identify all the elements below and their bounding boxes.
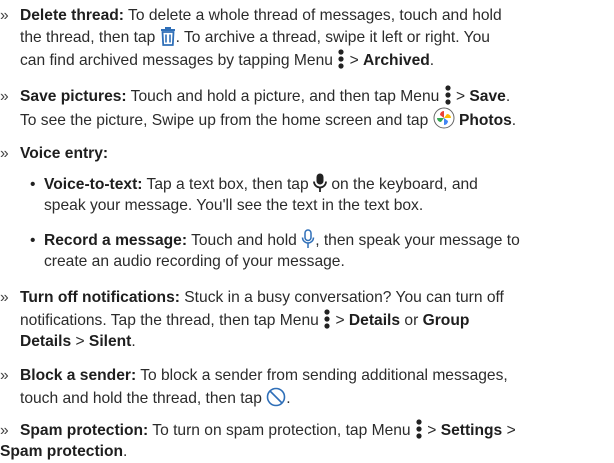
silent-label: Silent [88,333,132,350]
menu-dots-icon [444,85,452,105]
item-text: . To archive a thread, swipe it left or … [175,29,490,46]
list-item-voice-entry: » Voice entry: [0,143,614,165]
separator: > [422,422,441,439]
item-text: To see the picture, Swipe up from the ho… [20,112,433,129]
item-text: Tap a text box, then tap [142,176,313,193]
separator: > [331,312,349,329]
item-title: Voice entry: [20,145,109,162]
help-document: » Delete thread: To delete a whole thread… [0,0,614,462]
photos-app-icon [433,107,455,129]
separator: > [502,422,516,439]
block-icon [266,387,286,407]
item-text: touch and hold the thread, then tap [20,390,267,407]
bullet-chevron: » [0,7,9,24]
item-title: Delete thread: [20,7,124,24]
punct: . [429,52,435,69]
bullet-chevron: » [0,289,9,306]
item-title: Save pictures: [20,88,127,105]
menu-dots-icon [415,419,423,439]
group-details-label: Details [20,333,72,350]
item-text: can find archived messages by tapping Me… [20,52,338,69]
menu-dots-icon [323,309,331,329]
list-item-block-sender: » Block a sender: To block a sender from … [0,365,614,409]
list-item-spam-protection: » Spam protection: To turn on spam protec… [0,419,614,463]
item-text: Touch and hold a picture, and then tap M… [126,88,444,105]
bullet-chevron: » [0,145,9,162]
separator: > [451,88,470,105]
punct: . [131,333,136,350]
item-text: speak your message. You'll see the text … [44,197,424,214]
details-label: Details [348,312,401,329]
list-item-delete-thread: » Delete thread: To delete a whole thread… [0,5,614,71]
archived-label: Archived [363,52,430,69]
item-title: Record a message: [44,232,188,249]
item-title: Voice-to-text: [44,176,143,193]
bullet-chevron: » [0,422,9,439]
bullet-chevron: » [0,367,9,384]
item-text: To turn on spam protection, tap Menu [148,422,415,439]
separator: > [71,333,89,350]
photos-label: Photos [458,112,512,129]
item-text: on the keyboard, and [326,176,478,193]
bullet-chevron: » [0,88,9,105]
item-text: the thread, then tap [20,29,160,46]
item-title: Turn off notifications: [20,289,180,306]
punct: . [511,112,517,129]
punct: . [286,390,291,407]
item-title: Spam protection: [20,422,149,439]
item-text: Touch and hold [187,232,302,249]
microphone-outline-icon [301,229,315,249]
punct: . [505,88,511,105]
item-text: or [400,312,423,329]
sub-item-record-message: • Record a message: Touch and hold , then… [0,229,614,273]
sub-bullet: • [30,176,36,193]
list-item-save-pictures: » Save pictures: Touch and hold a picture… [0,85,614,129]
microphone-icon [313,173,327,193]
list-item-turn-off-notifications: » Turn off notifications: Stuck in a busy… [0,287,614,353]
item-text: notifications. Tap the thread, then tap … [20,312,324,329]
separator: > [345,52,364,69]
settings-label: Settings [440,422,503,439]
item-text: To delete a whole thread of messages, to… [124,7,502,24]
item-text: To block a sender from sending additiona… [136,367,508,384]
save-label: Save [469,88,506,105]
sub-item-voice-to-text: • Voice-to-text: Tap a text box, then tap… [0,173,614,217]
sub-bullet: • [30,232,36,249]
trash-icon [160,27,176,46]
punct: . [123,443,128,460]
item-text: Stuck in a busy conversation? You can tu… [179,289,504,306]
item-text: create an audio recording of your messag… [44,253,345,270]
item-text: , then speak your message to [315,232,520,249]
item-title: Block a sender: [20,367,137,384]
group-label: Group [422,312,470,329]
spam-protection-label: Spam protection [0,443,124,460]
